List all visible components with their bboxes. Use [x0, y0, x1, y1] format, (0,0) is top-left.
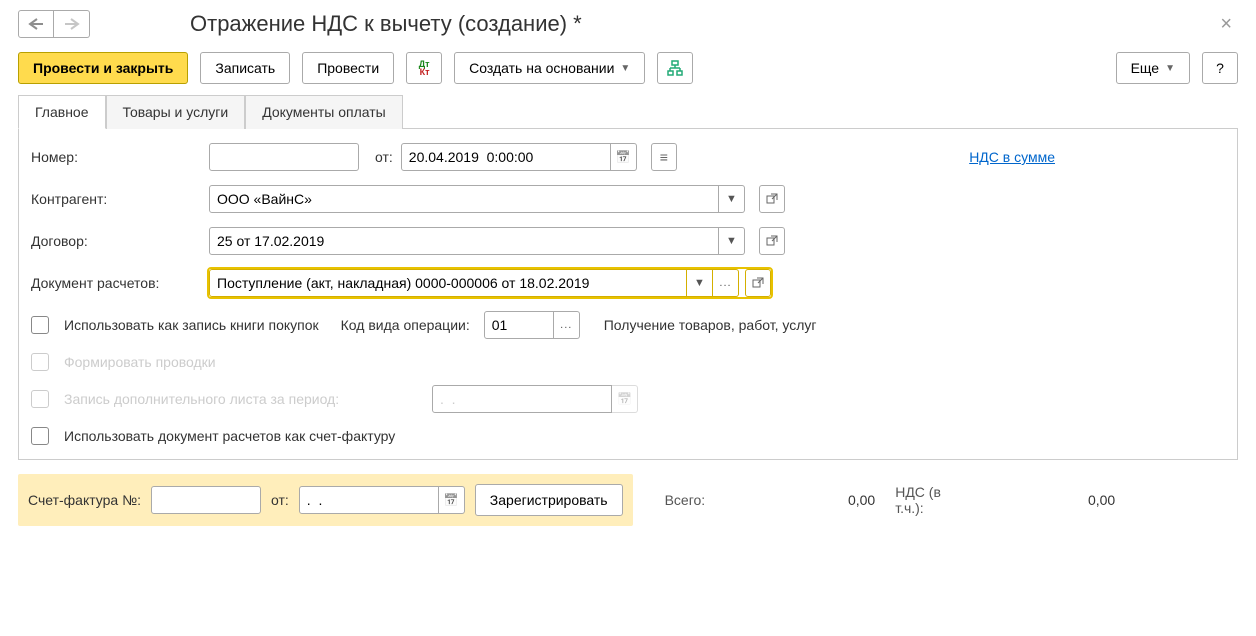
page-title: Отражение НДС к вычету (создание) * — [190, 11, 582, 37]
invoice-from-label: от: — [271, 492, 289, 508]
footer: Счет-фактура №: от: Зарегистрировать Все… — [18, 474, 1238, 526]
invoice-date-combo — [299, 486, 465, 514]
counterparty-dropdown[interactable]: ▼ — [719, 185, 745, 213]
settlement-doc-ellipsis[interactable]: ... — [713, 269, 739, 297]
counterparty-open[interactable] — [759, 185, 785, 213]
operation-code-desc: Получение товаров, работ, услуг — [604, 317, 817, 333]
create-based-on-button[interactable]: Создать на основании ▼ — [454, 52, 645, 84]
row-additional-sheet: Запись дополнительного листа за период: — [31, 385, 1225, 413]
totals-box: Всего: 0,00 НДС (в т.ч.): 0,00 — [651, 474, 1130, 526]
calendar-icon — [444, 493, 459, 507]
contract-open[interactable] — [759, 227, 785, 255]
number-input[interactable] — [209, 143, 359, 171]
row-purchase-book: Использовать как запись книги покупок Ко… — [31, 311, 1225, 339]
additional-sheet-date-combo — [432, 385, 638, 413]
total-value: 0,00 — [725, 492, 875, 508]
tab-content-main: Номер: от: НДС в сумме Контрагент: ▼ Дог… — [18, 129, 1238, 460]
list-button[interactable] — [651, 143, 677, 171]
close-icon[interactable]: × — [1214, 10, 1238, 39]
row-counterparty: Контрагент: ▼ — [31, 185, 1225, 213]
tab-main[interactable]: Главное — [18, 95, 106, 129]
create-based-label: Создать на основании — [469, 60, 614, 76]
additional-sheet-label: Запись дополнительного листа за период: — [64, 391, 424, 407]
post-and-close-button[interactable]: Провести и закрыть — [18, 52, 188, 84]
operation-code-combo: ... — [484, 311, 580, 339]
use-as-purchase-book-checkbox[interactable] — [31, 316, 49, 334]
open-icon — [766, 193, 778, 205]
invoice-box: Счет-фактура №: от: Зарегистрировать — [18, 474, 633, 526]
back-button[interactable] — [18, 10, 54, 38]
row-number: Номер: от: НДС в сумме — [31, 143, 1225, 171]
vat-label: НДС (в т.ч.): — [895, 484, 945, 516]
structure-icon — [667, 60, 683, 76]
settlement-doc-combo: ▼ ... — [209, 269, 739, 297]
total-label: Всего: — [665, 492, 706, 508]
register-button[interactable]: Зарегистрировать — [475, 484, 623, 516]
number-label: Номер: — [31, 149, 201, 165]
invoice-calendar-button[interactable] — [439, 486, 465, 514]
from-label: от: — [375, 149, 393, 165]
post-button[interactable]: Провести — [302, 52, 394, 84]
contract-dropdown[interactable]: ▼ — [719, 227, 745, 255]
tab-goods[interactable]: Товары и услуги — [106, 95, 246, 129]
row-contract: Договор: ▼ — [31, 227, 1225, 255]
tab-payments[interactable]: Документы оплаты — [245, 95, 403, 129]
help-button[interactable]: ? — [1202, 52, 1238, 84]
row-settlement-doc: Документ расчетов: ▼ ... — [31, 269, 1225, 297]
additional-sheet-date-input — [432, 385, 612, 413]
calendar-button[interactable] — [611, 143, 637, 171]
contract-combo: ▼ — [209, 227, 745, 255]
chevron-down-icon: ▼ — [1165, 63, 1175, 74]
form-postings-checkbox — [31, 353, 49, 371]
use-doc-as-invoice-label: Использовать документ расчетов как счет-… — [64, 428, 395, 444]
settlement-doc-group: ▼ ... — [209, 269, 771, 297]
tabs: Главное Товары и услуги Документы оплаты — [18, 94, 1238, 129]
row-use-doc-as-invoice: Использовать документ расчетов как счет-… — [31, 427, 1225, 445]
date-combo — [401, 143, 637, 171]
dt-kt-icon: ДтКт — [419, 60, 430, 76]
invoice-no-label: Счет-фактура №: — [28, 492, 141, 508]
forward-button[interactable] — [54, 10, 90, 38]
use-as-purchase-book-label: Использовать как запись книги покупок — [64, 317, 319, 333]
settlement-doc-dropdown[interactable]: ▼ — [687, 269, 713, 297]
more-button[interactable]: Еще ▼ — [1116, 52, 1190, 84]
chevron-down-icon: ▼ — [620, 63, 630, 74]
list-icon — [660, 149, 668, 165]
invoice-no-input[interactable] — [151, 486, 261, 514]
date-input[interactable] — [401, 143, 611, 171]
nav-group — [18, 10, 90, 38]
dt-kt-button[interactable]: ДтКт — [406, 52, 442, 84]
more-label: Еще — [1131, 60, 1160, 76]
contract-label: Договор: — [31, 233, 201, 249]
counterparty-combo: ▼ — [209, 185, 745, 213]
counterparty-label: Контрагент: — [31, 191, 201, 207]
toolbar: Провести и закрыть Записать Провести ДтК… — [18, 52, 1238, 84]
counterparty-input[interactable] — [209, 185, 719, 213]
operation-code-input[interactable] — [484, 311, 554, 339]
contract-input[interactable] — [209, 227, 719, 255]
vat-mode-link[interactable]: НДС в сумме — [969, 149, 1055, 165]
settlement-doc-input[interactable] — [209, 269, 687, 297]
form-postings-label: Формировать проводки — [64, 354, 216, 370]
header-bar: Отражение НДС к вычету (создание) * × — [18, 10, 1238, 38]
vat-value: 0,00 — [965, 492, 1115, 508]
calendar-icon — [617, 392, 632, 406]
operation-code-ellipsis[interactable]: ... — [554, 311, 580, 339]
settlement-doc-label: Документ расчетов: — [31, 275, 201, 291]
open-icon — [766, 235, 778, 247]
operation-code-label: Код вида операции: — [341, 317, 470, 333]
use-doc-as-invoice-checkbox[interactable] — [31, 427, 49, 445]
row-form-postings: Формировать проводки — [31, 353, 1225, 371]
settlement-doc-open[interactable] — [745, 269, 771, 297]
additional-sheet-checkbox — [31, 390, 49, 408]
calendar-icon — [616, 150, 631, 164]
structure-button[interactable] — [657, 52, 693, 84]
additional-sheet-calendar — [612, 385, 638, 413]
open-icon — [752, 277, 764, 289]
invoice-date-input[interactable] — [299, 486, 439, 514]
save-button[interactable]: Записать — [200, 52, 290, 84]
